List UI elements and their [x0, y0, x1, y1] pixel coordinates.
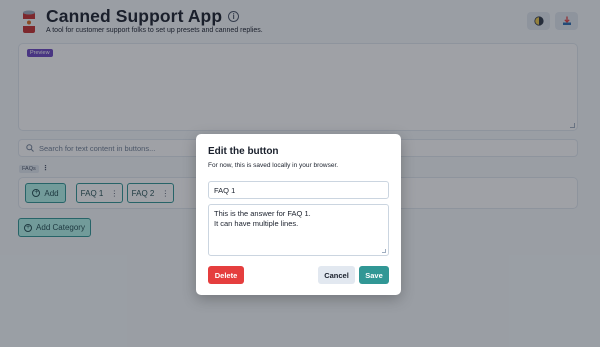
save-button[interactable]: Save [359, 266, 389, 284]
edit-button-modal: Edit the button For now, this is saved l… [196, 134, 401, 295]
modal-title: Edit the button [208, 146, 279, 157]
modal-description: For now, this is saved locally in your b… [208, 162, 339, 169]
cancel-button[interactable]: Cancel [318, 266, 355, 284]
delete-button[interactable]: Delete [208, 266, 244, 284]
resize-grip-icon[interactable] [382, 249, 386, 253]
button-name-input[interactable] [208, 181, 389, 199]
button-content-textarea[interactable]: This is the answer for FAQ 1. It can hav… [208, 204, 389, 256]
